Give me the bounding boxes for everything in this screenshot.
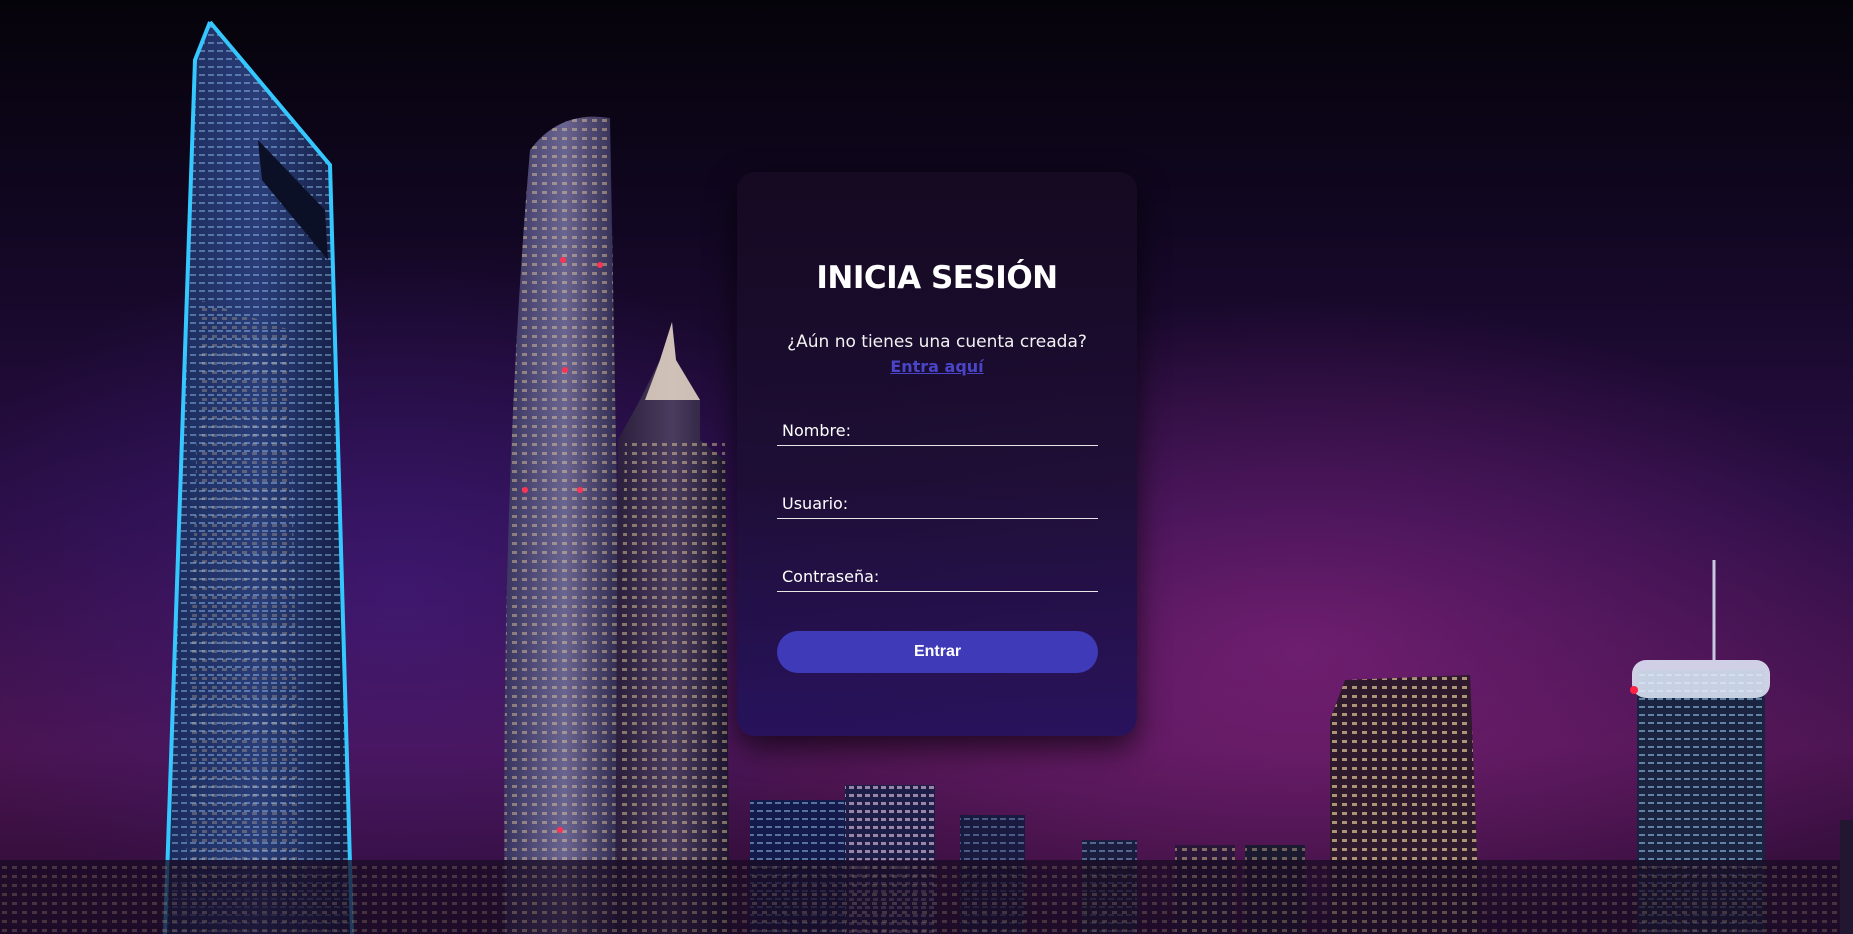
contrasena-field-label: Contraseña: xyxy=(782,567,880,586)
contrasena-input[interactable] xyxy=(892,563,1096,591)
nombre-input[interactable] xyxy=(892,417,1096,445)
usuario-input[interactable] xyxy=(892,490,1096,518)
signup-prompt-text: ¿Aún no tienes una cuenta creada? xyxy=(787,332,1087,352)
signup-link[interactable]: Entra aquí xyxy=(737,357,1137,376)
login-title: INICIA SESIÓN xyxy=(816,260,1058,296)
usuario-field: Usuario: xyxy=(777,490,1098,519)
login-card: INICIA SESIÓN ¿Aún no tienes una cuenta … xyxy=(737,172,1137,736)
nombre-field: Nombre: xyxy=(777,417,1098,446)
submit-button[interactable]: Entrar xyxy=(777,631,1098,673)
nombre-field-label: Nombre: xyxy=(782,421,851,440)
login-page: INICIA SESIÓN ¿Aún no tienes una cuenta … xyxy=(0,0,1853,934)
contrasena-field: Contraseña: xyxy=(777,563,1098,592)
usuario-field-label: Usuario: xyxy=(782,494,849,513)
